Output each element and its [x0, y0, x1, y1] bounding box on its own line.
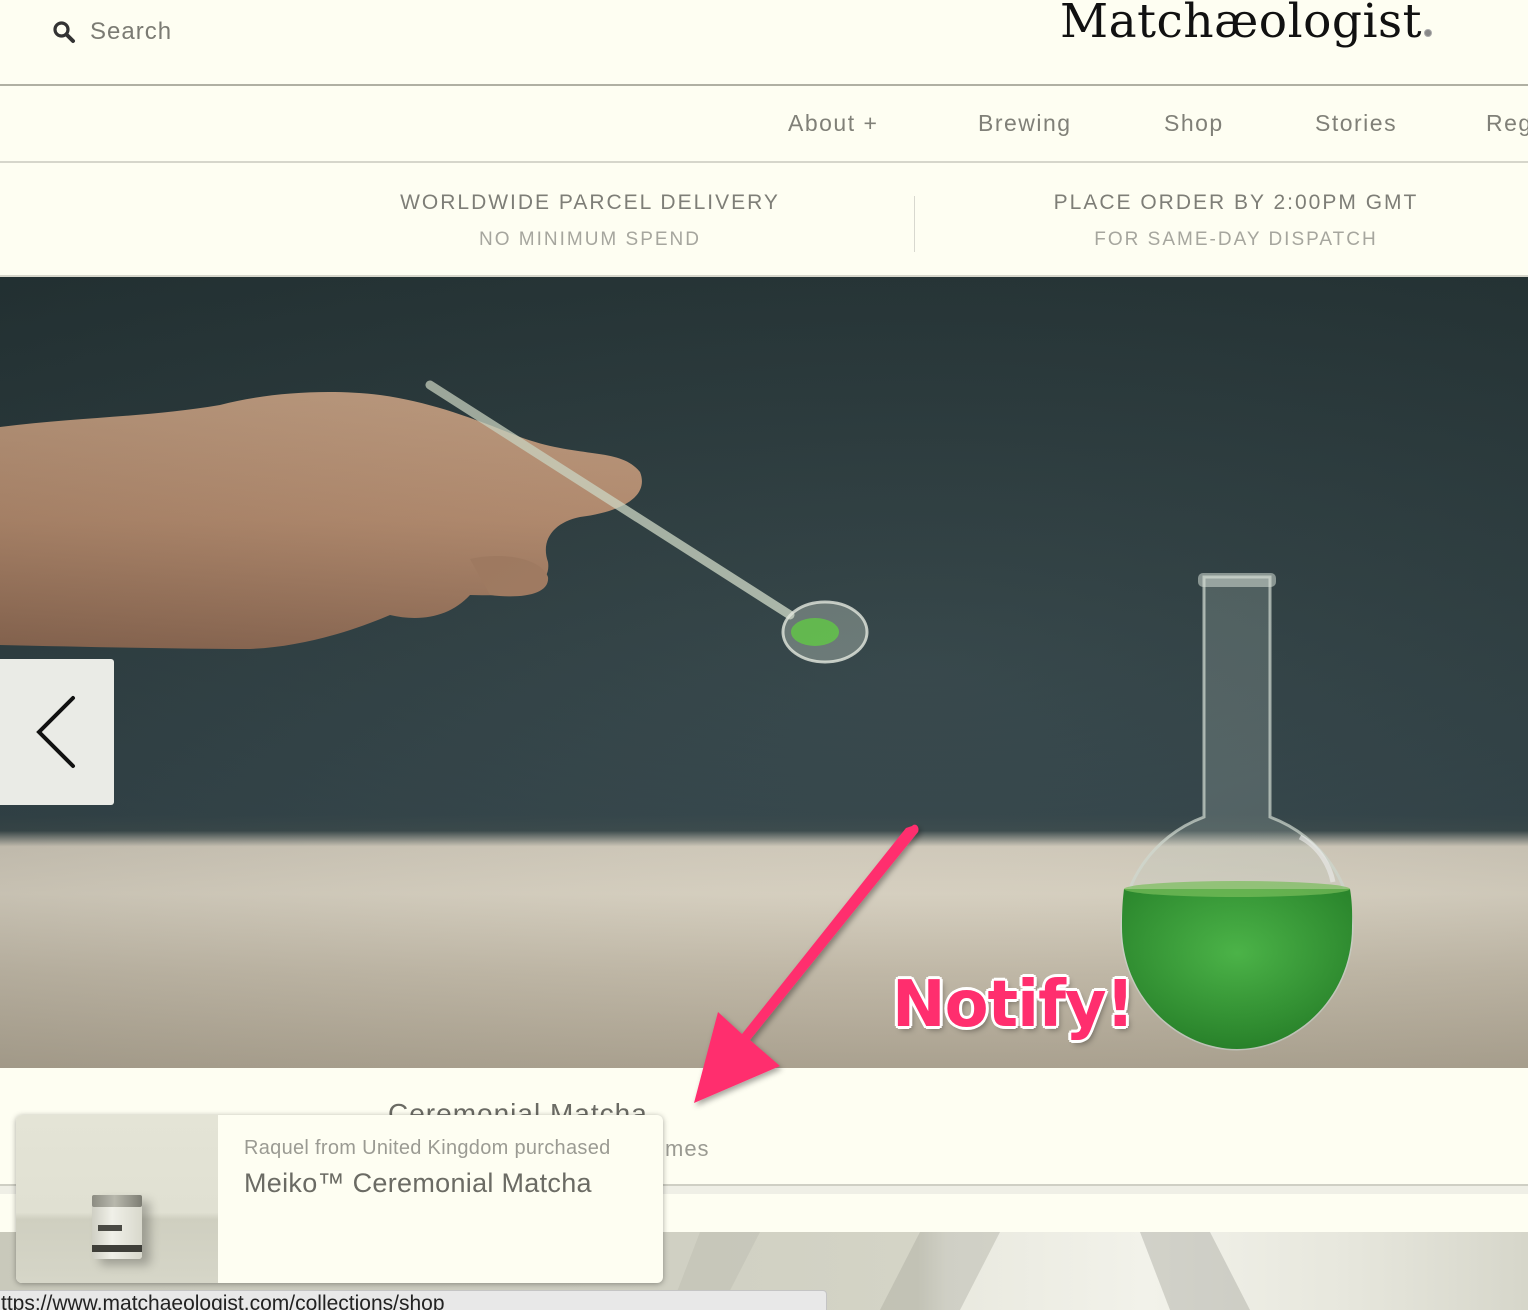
search-placeholder: Search: [90, 18, 173, 45]
search-field[interactable]: Search: [52, 18, 172, 46]
product-thumbnail: [16, 1115, 218, 1283]
nav-item-stories[interactable]: Stories: [1315, 110, 1397, 137]
annotation-label: Notify!: [892, 968, 1135, 1042]
jar-label: [98, 1225, 122, 1231]
shipping-info-bar: WORLDWIDE PARCEL DELIVERY NO MINIMUM SPE…: [0, 163, 1528, 277]
site-header: Search Matchæologist: [0, 0, 1528, 86]
logo-text: Matchæologist: [1060, 0, 1423, 49]
main-nav: About + Brewing Shop Stories Reg: [0, 86, 1528, 163]
search-icon: [53, 21, 75, 43]
info-title: WORLDWIDE PARCEL DELIVERY: [400, 191, 780, 214]
slideshow-prev-button[interactable]: [0, 659, 114, 805]
chevron-left-icon: [36, 696, 75, 768]
notification-text: Raquel from United Kingdom purchased Mei…: [244, 1137, 611, 1199]
notification-purchaser: Raquel from United Kingdom purchased: [244, 1137, 611, 1159]
jar-lid: [92, 1195, 142, 1207]
info-title: PLACE ORDER BY 2:00PM GMT: [1053, 191, 1419, 214]
matcha-jar-image: [92, 1195, 142, 1259]
nav-item-about[interactable]: About +: [788, 110, 878, 137]
nav-item-register[interactable]: Reg: [1486, 110, 1528, 137]
purchase-notification-popup[interactable]: Raquel from United Kingdom purchased Mei…: [16, 1115, 663, 1283]
info-order-cutoff: PLACE ORDER BY 2:00PM GMT FOR SAME-DAY D…: [1026, 191, 1446, 251]
info-worldwide-delivery: WORLDWIDE PARCEL DELIVERY NO MINIMUM SPE…: [380, 191, 800, 251]
hero-vignette: [0, 277, 1528, 1068]
info-subtitle: NO MINIMUM SPEND: [479, 229, 701, 250]
info-divider: [914, 196, 915, 252]
nav-item-brewing[interactable]: Brewing: [978, 110, 1072, 137]
info-subtitle: FOR SAME-DAY DISPATCH: [1094, 229, 1378, 250]
site-logo[interactable]: Matchæologist: [1060, 0, 1433, 49]
nav-item-shop[interactable]: Shop: [1164, 110, 1224, 137]
notification-product-name[interactable]: Meiko™ Ceremonial Matcha: [244, 1168, 611, 1199]
registered-mark-icon: [1424, 29, 1433, 37]
status-url: ttps://www.matchaeologist.com/collection…: [1, 1292, 445, 1310]
browser-status-bar: ttps://www.matchaeologist.com/collection…: [0, 1290, 827, 1310]
hero-slideshow: [0, 277, 1528, 1068]
jar-band: [92, 1245, 142, 1252]
